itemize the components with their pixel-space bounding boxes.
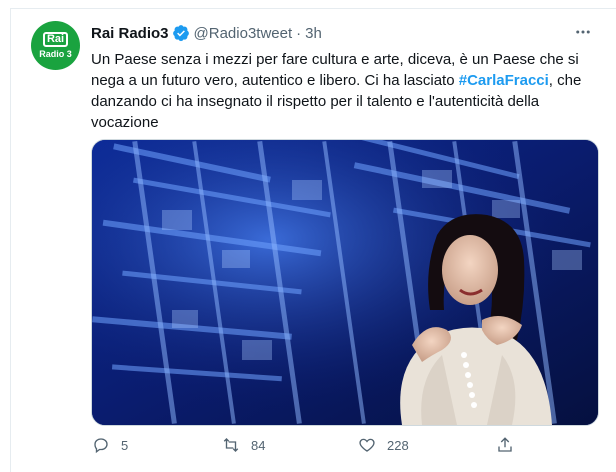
tweet-actions: 5 84 228 xyxy=(91,431,531,459)
more-options-icon[interactable] xyxy=(572,21,594,43)
tweet-header: Rai Radio3 @Radio3tweet · 3h xyxy=(91,23,322,43)
avatar[interactable]: Rai Radio 3 xyxy=(31,21,80,70)
reply-icon xyxy=(91,435,111,455)
tweet-text: Un Paese senza i mezzi per fare cultura … xyxy=(91,49,596,133)
reply-count: 5 xyxy=(121,437,129,453)
avatar-logo-top: Rai xyxy=(42,32,69,47)
hashtag-link[interactable]: #CarlaFracci xyxy=(459,72,549,89)
tweet-card[interactable]: Rai Radio 3 Rai Radio3 @Radio3tweet · 3h… xyxy=(10,8,616,472)
photo-illustration xyxy=(92,140,598,425)
retweet-count: 84 xyxy=(251,437,266,453)
like-count: 228 xyxy=(387,437,409,453)
avatar-logo-bottom: Radio 3 xyxy=(39,49,72,59)
share-icon xyxy=(495,435,515,455)
separator-dot: · xyxy=(296,24,302,42)
tweet-time[interactable]: 3h xyxy=(305,25,322,42)
verified-badge-icon xyxy=(172,24,190,42)
like-button[interactable]: 228 xyxy=(357,435,409,455)
reply-button[interactable]: 5 xyxy=(91,435,128,455)
share-button[interactable] xyxy=(495,435,515,455)
retweet-button[interactable]: 84 xyxy=(221,435,265,455)
tweet-photo[interactable] xyxy=(91,139,599,426)
retweet-icon xyxy=(221,435,241,455)
account-handle[interactable]: @Radio3tweet xyxy=(194,25,293,42)
heart-icon xyxy=(357,435,377,455)
account-name[interactable]: Rai Radio3 xyxy=(91,25,169,42)
